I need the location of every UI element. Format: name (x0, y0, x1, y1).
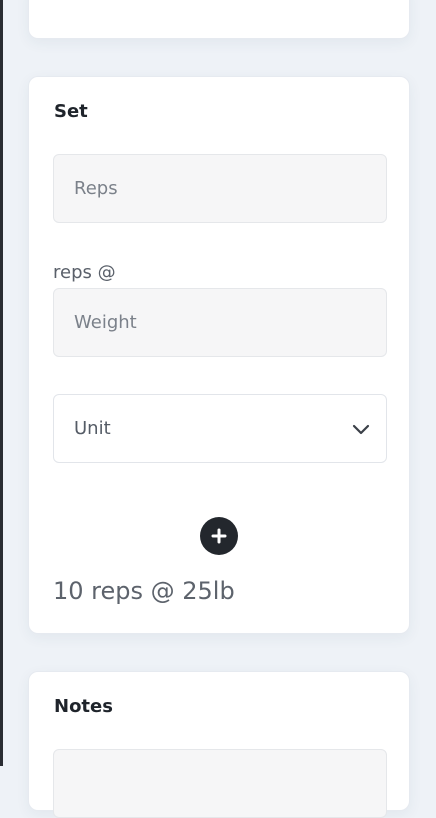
unit-select-value: Unit (74, 418, 111, 439)
previous-card (28, 0, 410, 39)
set-card-title: Set (54, 101, 88, 122)
set-summary: 10 reps @ 25lb (53, 577, 235, 605)
chevron-down-icon (352, 420, 370, 438)
weight-input[interactable]: Weight (53, 288, 387, 357)
weight-placeholder: Weight (74, 312, 137, 333)
window-edge (0, 0, 3, 766)
notes-card: Notes (28, 671, 410, 818)
reps-placeholder: Reps (74, 178, 118, 199)
unit-select[interactable]: Unit (53, 394, 387, 463)
notes-card-title: Notes (54, 696, 113, 717)
plus-icon (211, 528, 227, 544)
notes-input[interactable] (53, 749, 387, 818)
set-card: Set Reps reps @ Weight Unit 10 reps @ 25… (28, 76, 410, 634)
add-set-button[interactable] (200, 517, 238, 555)
reps-input[interactable]: Reps (53, 154, 387, 223)
reps-at-label: reps @ (53, 262, 116, 283)
